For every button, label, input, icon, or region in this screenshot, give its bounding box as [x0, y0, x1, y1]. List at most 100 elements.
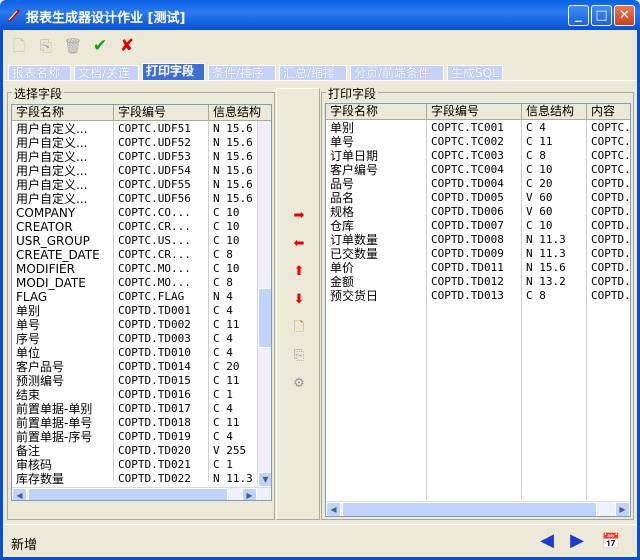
left-horizontal-scrollbar[interactable]: ◀ ▶: [12, 487, 271, 500]
next-record-icon[interactable]: ▶: [566, 531, 588, 551]
table-row[interactable]: 已交数量 COPTD.TD009 N 11.3 COPTD.: [326, 247, 630, 261]
structure-cell: C 8: [526, 149, 546, 162]
field-name-cell: 单别: [16, 304, 41, 318]
copy-page-icon[interactable]: ⎘: [289, 347, 309, 365]
tree-icon[interactable]: ⚙: [289, 375, 309, 393]
tab-document-relation[interactable]: 文档/关连: [74, 65, 139, 81]
tab-report-name[interactable]: 报表名称: [8, 65, 71, 81]
field-name-cell: 用户自定义...: [16, 150, 88, 164]
table-row[interactable]: 单号 COPTD.TD002 C 11: [12, 318, 271, 332]
field-name-cell: 序号: [16, 332, 41, 346]
table-row[interactable]: 仓库 COPTD.TD007 C 10 COPTD.: [326, 219, 630, 233]
scroll-left-icon[interactable]: ◀: [12, 488, 27, 500]
scroll-down-icon[interactable]: ▼: [258, 472, 271, 487]
col-header-structure[interactable]: 信息结构: [522, 104, 587, 120]
table-row[interactable]: 客户编号 COPTC.TC004 C 10 COPTC.: [326, 163, 630, 177]
col-header-field-code[interactable]: 字段编号: [427, 104, 522, 120]
structure-cell: N 11.3: [526, 247, 566, 260]
table-row[interactable]: 用户自定义... COPTC.UDF56 N 15.6: [12, 192, 271, 206]
table-row[interactable]: 金额 COPTD.TD012 N 13.2 COPTD.: [326, 275, 630, 289]
table-row[interactable]: 订单日期 COPTC.TC003 C 8 COPTC.: [326, 149, 630, 163]
table-row[interactable]: 备注 COPTD.TD020 V 255: [12, 444, 271, 458]
left-vscroll-thumb[interactable]: [258, 288, 271, 348]
col-header-field-name[interactable]: 字段名称: [326, 104, 427, 120]
table-row[interactable]: COMPANY COPTC.CO... C 10: [12, 206, 271, 220]
field-name-cell: 用户自定义...: [16, 136, 88, 150]
content-cell: COPTD.: [591, 219, 631, 232]
cancel-icon[interactable]: ✘: [117, 36, 137, 56]
content-cell: COPTD.: [591, 247, 631, 260]
scroll-right-icon[interactable]: ▶: [242, 488, 257, 500]
table-row[interactable]: 品号 COPTD.TD004 C 20 COPTD.: [326, 177, 630, 191]
tab-print-fields[interactable]: 打印字段: [142, 63, 205, 81]
tab-summary-indent[interactable]: 汇总/缩排: [279, 65, 347, 81]
table-row[interactable]: USR_GROUP COPTC.US... C 10: [12, 234, 271, 248]
right-horizontal-scrollbar[interactable]: ◀ ▶: [326, 501, 630, 516]
delete-icon[interactable]: 🗑: [63, 36, 83, 56]
close-button[interactable]: ✕: [614, 5, 635, 26]
col-header-content[interactable]: 内容: [587, 104, 630, 120]
table-row[interactable]: 用户自定义... COPTC.UDF51 N 15.6: [12, 122, 271, 136]
table-row[interactable]: MODIFIER COPTC.MO... C 10: [12, 262, 271, 276]
table-row[interactable]: 用户自定义... COPTC.UDF52 N 15.6: [12, 136, 271, 150]
minimize-button[interactable]: _: [568, 5, 589, 26]
tab-condition-sort[interactable]: 条件/排序: [208, 65, 276, 81]
table-row[interactable]: CREATE_DATE COPTC.CR... C 8: [12, 248, 271, 262]
table-row[interactable]: 前置单据-单别 COPTD.TD017 C 4: [12, 402, 271, 416]
table-row[interactable]: CREATOR COPTC.CR... C 10: [12, 220, 271, 234]
copy-icon[interactable]: ⎘: [36, 36, 56, 56]
structure-cell: N 15.6: [213, 150, 253, 163]
add-field-arrow-icon[interactable]: ➡: [289, 207, 309, 225]
table-row[interactable]: 单别 COPTD.TD001 C 4: [12, 304, 271, 318]
confirm-icon[interactable]: ✔: [90, 36, 110, 56]
field-code-cell: COPTD.TD014: [118, 360, 191, 373]
col-header-field-code[interactable]: 字段编号: [114, 105, 209, 121]
print-fields-grid[interactable]: 字段名称 字段编号 信息结构 内容 单别 COPTC.TC001 C 4 COPTC.…: [325, 103, 631, 517]
table-row[interactable]: 单别 COPTC.TC001 C 4 COPTC.: [326, 121, 630, 135]
move-down-arrow-icon[interactable]: ⬇: [289, 291, 309, 309]
content-cell: COPTD.: [591, 177, 631, 190]
col-header-field-name[interactable]: 字段名称: [12, 105, 114, 121]
table-row[interactable]: 单号 COPTC.TC002 C 11 COPTC.: [326, 135, 630, 149]
table-row[interactable]: 客户品号 COPTD.TD014 C 20: [12, 360, 271, 374]
move-up-arrow-icon[interactable]: ⬆: [289, 263, 309, 281]
table-row[interactable]: 用户自定义... COPTC.UDF54 N 15.6: [12, 164, 271, 178]
previous-record-icon[interactable]: ◀: [536, 531, 558, 551]
table-row[interactable]: 前置单据-单号 COPTD.TD018 C 11: [12, 416, 271, 430]
field-name-cell: 单别: [330, 121, 355, 135]
window-title: 报表生成器设计作业 [测试]: [26, 11, 186, 26]
table-row[interactable]: 订单数量 COPTD.TD008 N 11.3 COPTD.: [326, 233, 630, 247]
title-bar: 报表生成器设计作业 [测试] _ □ ✕: [0, 0, 640, 30]
field-code-cell: COPTC.UDF52: [118, 136, 191, 149]
right-hscroll-thumb[interactable]: [342, 502, 597, 516]
left-vertical-scrollbar[interactable]: ▼: [257, 121, 271, 487]
col-header-structure[interactable]: 信息结构: [209, 105, 271, 121]
select-fields-grid[interactable]: 字段名称 字段编号 信息结构 用户自定义... COPTC.UDF51 N 15.6…: [11, 104, 272, 501]
maximize-button[interactable]: □: [591, 5, 612, 26]
scroll-left-icon[interactable]: ◀: [326, 502, 341, 516]
table-row[interactable]: 库存数量 COPTD.TD022 N 11.3: [12, 472, 271, 486]
left-hscroll-thumb[interactable]: [28, 488, 228, 500]
table-row[interactable]: 品名 COPTD.TD005 V 60 COPTD.: [326, 191, 630, 205]
remove-field-arrow-icon[interactable]: ⬅: [289, 235, 309, 253]
new-page-icon[interactable]: 🗋: [289, 319, 309, 337]
table-row[interactable]: FLAG COPTC.FLAG N 4: [12, 290, 271, 304]
table-row[interactable]: 审核码 COPTD.TD021 C 1: [12, 458, 271, 472]
table-row[interactable]: 结束 COPTD.TD016 C 1: [12, 388, 271, 402]
calendar-icon[interactable]: 📅: [600, 531, 622, 551]
field-code-cell: COPTC.CR...: [118, 248, 191, 261]
table-row[interactable]: 预测编号 COPTD.TD015 C 11: [12, 374, 271, 388]
table-row[interactable]: 规格 COPTD.TD006 V 60 COPTD.: [326, 205, 630, 219]
tab-paging-condition[interactable]: 分页/前端条件: [350, 65, 444, 81]
table-row[interactable]: 单价 COPTD.TD011 N 15.6 COPTD.: [326, 261, 630, 275]
table-row[interactable]: 序号 COPTD.TD003 C 4: [12, 332, 271, 346]
tab-generate-sql[interactable]: 生成SQL: [447, 65, 503, 81]
table-row[interactable]: 前置单据-序号 COPTD.TD019 C 4: [12, 430, 271, 444]
table-row[interactable]: 预交货日 COPTD.TD013 C 8 COPTD.: [326, 289, 630, 303]
table-row[interactable]: 单位 COPTD.TD010 C 4: [12, 346, 271, 360]
new-icon[interactable]: 🗋: [9, 36, 29, 56]
scroll-right-icon[interactable]: ▶: [615, 502, 630, 516]
table-row[interactable]: 用户自定义... COPTC.UDF55 N 15.6: [12, 178, 271, 192]
table-row[interactable]: 用户自定义... COPTC.UDF53 N 15.6: [12, 150, 271, 164]
table-row[interactable]: MODI_DATE COPTC.MO... C 8: [12, 276, 271, 290]
